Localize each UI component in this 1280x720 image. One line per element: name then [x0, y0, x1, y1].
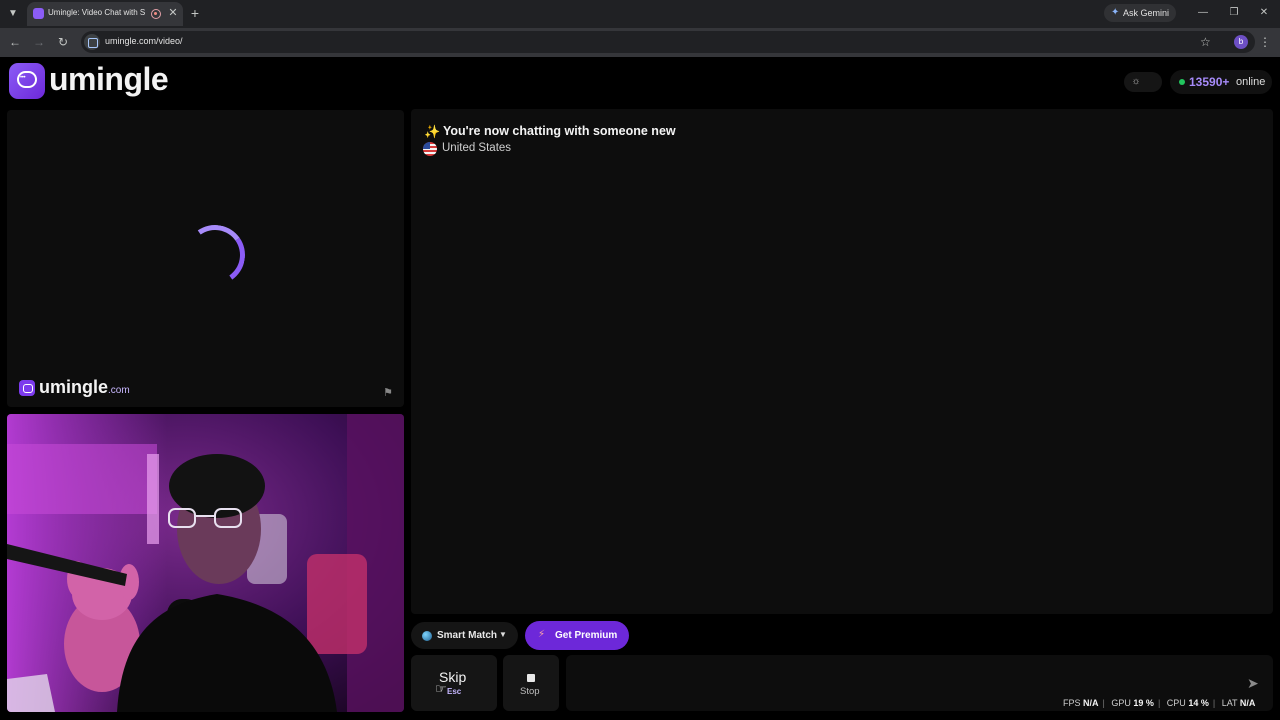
cursor-icon: ☞: [435, 681, 447, 696]
online-label: online: [1236, 76, 1266, 88]
bolt-icon: ⚡: [538, 629, 546, 640]
back-icon[interactable]: ←: [7, 34, 23, 50]
profile-avatar[interactable]: b: [1234, 35, 1248, 49]
lat-value: N/A: [1239, 698, 1256, 708]
logo-text[interactable]: umingle: [49, 61, 169, 98]
globe-icon: [422, 631, 432, 641]
logo[interactable]: [9, 63, 45, 99]
chevron-down-icon: ▼: [499, 630, 507, 639]
watermark-logo-icon: [19, 380, 35, 396]
performance-stats: FPS N/A | GPU 19 % | CPU 14 % | LAT N/A: [1063, 698, 1256, 708]
sparkle-icon: ✨: [424, 124, 441, 139]
new-tab-icon[interactable]: +: [188, 5, 202, 21]
cpu-value: 14 %: [1188, 698, 1209, 708]
video-watermark: umingle.com: [39, 377, 130, 398]
close-icon[interactable]: ✕: [166, 6, 180, 20]
stop-button[interactable]: Stop: [503, 655, 559, 711]
browser-toolbar: ← → ↻ umingle.com/video/ ☆: [0, 28, 1280, 57]
stop-label: Stop: [520, 686, 540, 697]
ask-gemini-label: Ask Gemini: [1123, 8, 1170, 18]
window-close-icon[interactable]: ✕: [1257, 6, 1271, 20]
page: umingle ☼ 13590+ online umingle.com ⚑: [0, 57, 1280, 720]
watermark-suffix: .com: [108, 385, 130, 396]
ask-gemini-button[interactable]: ✦ Ask Gemini: [1104, 4, 1176, 22]
partner-country: United States: [442, 142, 512, 154]
online-count: 13590+: [1189, 75, 1230, 89]
fps-label: FPS: [1063, 698, 1081, 708]
webcam-image: [7, 414, 404, 712]
address-bar[interactable]: umingle.com/video/ ☆: [81, 31, 1255, 53]
restore-icon[interactable]: ❐: [1227, 6, 1241, 20]
fps-value: N/A: [1083, 698, 1099, 708]
get-premium-label: Get Premium: [555, 630, 618, 641]
tab-title: Umingle: Video Chat with S: [48, 8, 146, 17]
send-icon[interactable]: ➤: [1247, 676, 1263, 690]
skip-shortcut-label: Esc: [447, 687, 462, 696]
get-premium-button[interactable]: ⚡ Get Premium: [525, 621, 629, 650]
online-status-dot: [1179, 79, 1185, 85]
local-video: [7, 414, 404, 712]
smart-match-label: Smart Match: [437, 630, 498, 641]
url-text[interactable]: umingle.com/video/: [105, 36, 183, 46]
gpu-label: GPU: [1111, 698, 1131, 708]
remote-video: umingle.com ⚑: [7, 110, 404, 407]
flag-icon[interactable]: ⚑: [383, 387, 395, 399]
menu-icon[interactable]: ⋮: [1259, 34, 1271, 50]
us-flag-icon: [423, 142, 437, 156]
site-info-icon[interactable]: [84, 34, 100, 50]
sun-icon: ☼: [1131, 76, 1141, 87]
browser-tab[interactable]: Umingle: Video Chat with S ✕: [27, 2, 183, 26]
chat-panel: ✨ You're now chatting with someone new U…: [411, 109, 1273, 614]
gpu-value: 19 %: [1133, 698, 1154, 708]
spinner-icon: [180, 220, 250, 290]
stop-icon: [527, 674, 535, 682]
cpu-label: CPU: [1166, 698, 1186, 708]
skip-button[interactable]: Skip Esc ☞: [411, 655, 497, 711]
gemini-icon: ✦: [1111, 7, 1120, 18]
smart-match-dropdown[interactable]: Smart Match ▼: [411, 622, 518, 649]
bookmark-star-icon[interactable]: ☆: [1200, 34, 1211, 50]
watermark-text: umingle: [39, 377, 109, 397]
forward-icon[interactable]: →: [31, 34, 47, 50]
minimize-icon[interactable]: —: [1196, 6, 1210, 20]
tab-favicon-icon: [33, 8, 44, 19]
theme-toggle[interactable]: ☼: [1124, 72, 1162, 92]
reload-icon[interactable]: ↻: [55, 34, 71, 50]
online-counter: 13590+ online: [1170, 70, 1272, 94]
recording-icon: [151, 9, 161, 19]
chat-status-title: You're now chatting with someone new: [443, 124, 676, 138]
lat-label: LAT: [1221, 698, 1238, 708]
tab-search-icon[interactable]: ▼: [4, 5, 22, 23]
browser-tabstrip: ▼ Umingle: Video Chat with S ✕ + ✦ Ask G…: [0, 0, 1280, 28]
chat-bubble-icon: [17, 71, 37, 88]
